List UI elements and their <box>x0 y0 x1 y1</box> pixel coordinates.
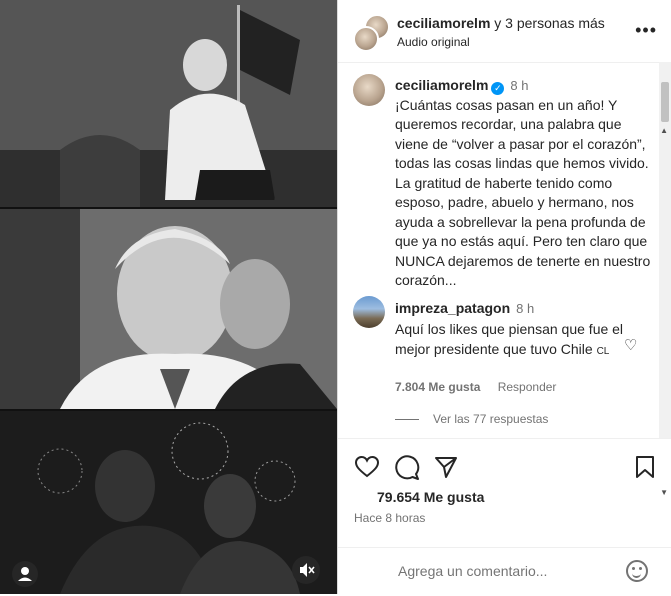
comment-bubble-icon[interactable] <box>394 455 420 481</box>
post-author-line[interactable]: ceciliamorelm y 3 personas más <box>397 15 605 31</box>
comments-area[interactable]: ceciliamorelm ✓ 8 h ¡Cuántas cosas pasan e… <box>338 62 671 438</box>
emoji-smiley-icon[interactable] <box>626 560 648 582</box>
scroll-up-arrow-icon[interactable]: ▲ <box>660 126 668 135</box>
mute-button[interactable] <box>292 556 320 584</box>
collab-avatar-2[interactable] <box>353 26 379 52</box>
chile-flag-emoji: CL <box>596 346 610 357</box>
media-photo-waving <box>0 0 337 207</box>
save-bookmark-icon[interactable] <box>635 455 655 479</box>
comment-like-heart-icon[interactable]: ♡ <box>624 336 637 354</box>
user-icon <box>18 567 32 581</box>
media-photo-smiling <box>0 209 337 409</box>
more-options-icon[interactable]: ••• <box>635 20 657 41</box>
comment-likes[interactable]: 7.804 Me gusta <box>395 380 480 394</box>
tagged-users-button[interactable] <box>12 561 38 587</box>
comment-text: Aquí los likes que piensan que fue el me… <box>395 321 624 357</box>
speaker-muted-icon <box>300 563 315 577</box>
comment-time[interactable]: 8 h <box>516 301 534 316</box>
caption-time[interactable]: 8 h <box>510 78 528 93</box>
post-media[interactable] <box>0 0 337 594</box>
comment-username[interactable]: impreza_patagon <box>395 300 510 316</box>
caption: ceciliamorelm ✓ 8 h ¡Cuántas cosas pasan e… <box>395 76 653 291</box>
comment: impreza_patagon 8 h Aquí los likes que pi… <box>395 298 625 362</box>
comment-meta: 7.804 Me gusta Responder <box>395 380 556 394</box>
reply-button[interactable]: Responder <box>498 380 557 394</box>
scrollbar-thumb[interactable] <box>661 82 669 122</box>
caption-text: ¡Cuántas cosas pasan en un año! Y querem… <box>395 96 651 289</box>
post-time-ago[interactable]: Hace 8 horas <box>354 511 425 525</box>
post-likes-count[interactable]: 79.654 Me gusta <box>377 489 484 505</box>
collab-suffix[interactable]: y 3 personas más <box>494 15 605 31</box>
view-replies-label: Ver las 77 respuestas <box>433 412 549 426</box>
caption-avatar[interactable] <box>353 74 385 106</box>
media-photo-fireworks <box>0 411 337 594</box>
caption-username[interactable]: ceciliamorelm <box>395 77 488 93</box>
view-replies-button[interactable]: Ver las 77 respuestas <box>395 412 548 426</box>
author-username[interactable]: ceciliamorelm <box>397 15 490 31</box>
like-heart-icon[interactable] <box>354 455 380 479</box>
comment-avatar[interactable] <box>353 296 385 328</box>
replies-divider <box>395 419 419 421</box>
verified-badge-icon: ✓ <box>491 82 505 95</box>
comment-composer <box>338 547 671 596</box>
comment-input[interactable] <box>398 563 598 579</box>
post-header: ceciliamorelm y 3 personas más Audio ori… <box>338 0 671 63</box>
post-sidebar: ceciliamorelm y 3 personas más Audio ori… <box>337 0 671 594</box>
share-paper-plane-icon[interactable] <box>434 455 458 479</box>
audio-label[interactable]: Audio original <box>397 35 470 49</box>
post-actions: 79.654 Me gusta Hace 8 horas <box>338 438 671 595</box>
